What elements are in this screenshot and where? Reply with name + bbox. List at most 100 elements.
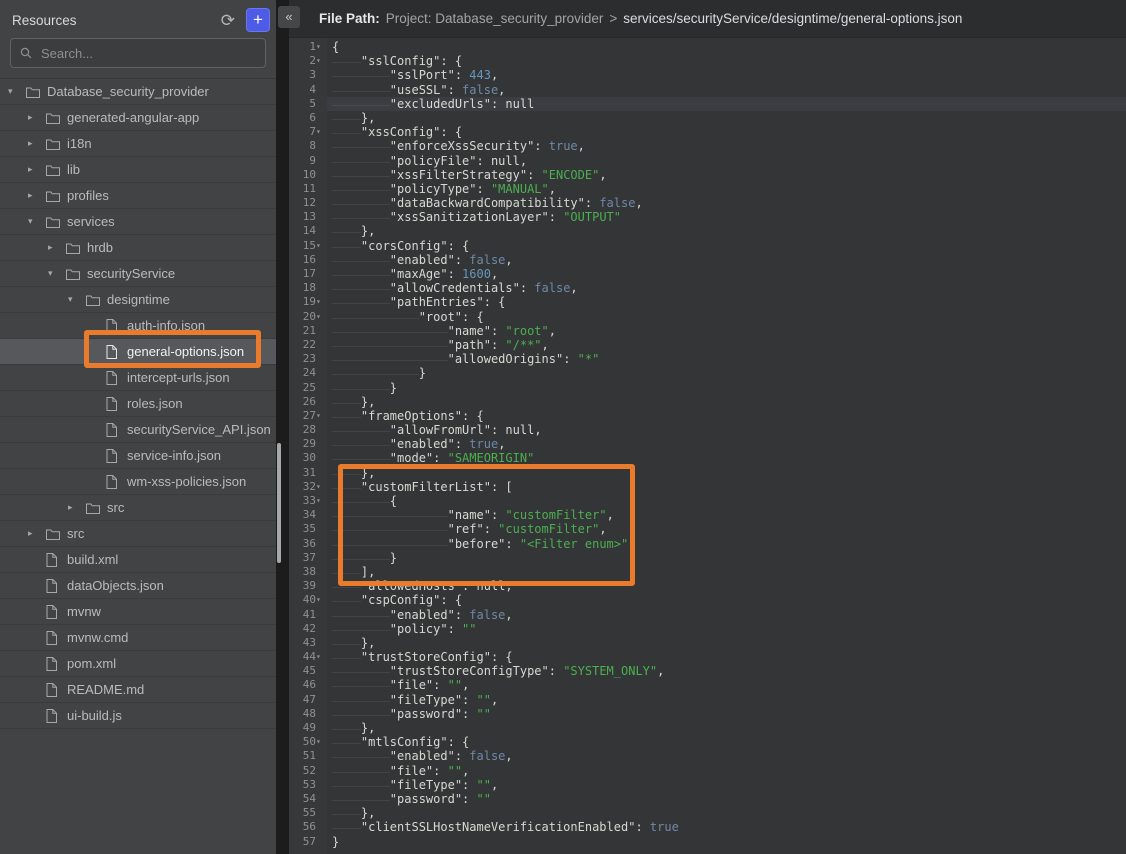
code-line-23[interactable]: 23"allowedOrigins": "*" <box>289 352 1126 366</box>
code-line-5[interactable]: 5"excludedUrls": null <box>289 97 1126 111</box>
chevron-right-icon[interactable]: ▸ <box>28 164 46 175</box>
code-line-35[interactable]: 35"ref": "customFilter", <box>289 522 1126 536</box>
tree-item-src[interactable]: ▸src <box>0 521 276 547</box>
tree-item-securityservice[interactable]: ▾securityService <box>0 261 276 287</box>
code-line-25[interactable]: 25} <box>289 381 1126 395</box>
code-line-10[interactable]: 10"xssFilterStrategy": "ENCODE", <box>289 168 1126 182</box>
code-line-9[interactable]: 9"policyFile": null, <box>289 154 1126 168</box>
code-line-15[interactable]: 15▾"corsConfig": { <box>289 239 1126 253</box>
chevron-down-icon[interactable]: ▾ <box>48 268 66 279</box>
code-line-30[interactable]: 30"mode": "SAMEORIGIN" <box>289 451 1126 465</box>
chevron-right-icon[interactable]: ▸ <box>28 138 46 149</box>
code-line-20[interactable]: 20▾"root": { <box>289 310 1126 324</box>
tree-item-mvnw[interactable]: mvnw <box>0 599 276 625</box>
tree-item-service-info-json[interactable]: service-info.json <box>0 443 276 469</box>
refresh-button[interactable]: ⟳ <box>219 12 237 29</box>
fold-toggle-icon[interactable]: ▾ <box>316 480 327 494</box>
code-line-57[interactable]: 57} <box>289 835 1126 849</box>
code-line-14[interactable]: 14}, <box>289 224 1126 238</box>
code-line-49[interactable]: 49}, <box>289 721 1126 735</box>
code-line-56[interactable]: 56"clientSSLHostNameVerificationEnabled"… <box>289 820 1126 834</box>
sidebar-scrollbar-thumb[interactable] <box>277 443 281 563</box>
code-line-54[interactable]: 54"password": "" <box>289 792 1126 806</box>
code-line-17[interactable]: 17"maxAge": 1600, <box>289 267 1126 281</box>
code-line-18[interactable]: 18"allowCredentials": false, <box>289 281 1126 295</box>
tree-item-generated-angular-app[interactable]: ▸generated-angular-app <box>0 105 276 131</box>
chevron-right-icon[interactable]: ▸ <box>28 112 46 123</box>
tree-item-designtime[interactable]: ▾designtime <box>0 287 276 313</box>
code-line-34[interactable]: 34"name": "customFilter", <box>289 508 1126 522</box>
code-line-38[interactable]: 38], <box>289 565 1126 579</box>
tree-item-wm-xss-policies-json[interactable]: wm-xss-policies.json <box>0 469 276 495</box>
code-line-31[interactable]: 31}, <box>289 466 1126 480</box>
code-line-12[interactable]: 12"dataBackwardCompatibility": false, <box>289 196 1126 210</box>
code-line-32[interactable]: 32▾"customFilterList": [ <box>289 480 1126 494</box>
fold-toggle-icon[interactable]: ▾ <box>316 409 327 423</box>
chevron-right-icon[interactable]: ▸ <box>28 528 46 539</box>
code-line-28[interactable]: 28"allowFromUrl": null, <box>289 423 1126 437</box>
fold-toggle-icon[interactable]: ▾ <box>316 40 327 54</box>
code-line-51[interactable]: 51"enabled": false, <box>289 749 1126 763</box>
code-line-46[interactable]: 46"file": "", <box>289 678 1126 692</box>
chevron-right-icon[interactable]: ▸ <box>48 242 66 253</box>
code-line-6[interactable]: 6}, <box>289 111 1126 125</box>
code-line-36[interactable]: 36"before": "<Filter enum>" <box>289 537 1126 551</box>
code-line-21[interactable]: 21"name": "root", <box>289 324 1126 338</box>
tree-item-securityservice-api-json[interactable]: securityService_API.json <box>0 417 276 443</box>
code-line-1[interactable]: 1▾{ <box>289 40 1126 54</box>
chevron-down-icon[interactable]: ▾ <box>68 294 86 305</box>
fold-toggle-icon[interactable]: ▾ <box>316 593 327 607</box>
code-line-27[interactable]: 27▾"frameOptions": { <box>289 409 1126 423</box>
fold-toggle-icon[interactable]: ▾ <box>316 125 327 139</box>
fold-toggle-icon[interactable]: ▾ <box>316 239 327 253</box>
fold-toggle-icon[interactable]: ▾ <box>316 295 327 309</box>
tree-item-auth-info-json[interactable]: auth-info.json <box>0 313 276 339</box>
add-resource-button[interactable]: + <box>246 8 270 32</box>
code-line-53[interactable]: 53"fileType": "", <box>289 778 1126 792</box>
code-line-7[interactable]: 7▾"xssConfig": { <box>289 125 1126 139</box>
tree-item-general-options-json[interactable]: general-options.json <box>0 339 276 365</box>
code-line-55[interactable]: 55}, <box>289 806 1126 820</box>
tree-item-dataobjects-json[interactable]: dataObjects.json <box>0 573 276 599</box>
chevron-right-icon[interactable]: ▸ <box>28 190 46 201</box>
fold-toggle-icon[interactable]: ▾ <box>316 494 327 508</box>
code-line-2[interactable]: 2▾"sslConfig": { <box>289 54 1126 68</box>
code-line-45[interactable]: 45"trustStoreConfigType": "SYSTEM_ONLY", <box>289 664 1126 678</box>
code-line-8[interactable]: 8"enforceXssSecurity": true, <box>289 139 1126 153</box>
collapse-sidebar-button[interactable]: « <box>278 6 300 28</box>
code-line-11[interactable]: 11"policyType": "MANUAL", <box>289 182 1126 196</box>
code-line-33[interactable]: 33▾{ <box>289 494 1126 508</box>
fold-toggle-icon[interactable]: ▾ <box>316 735 327 749</box>
tree-item-mvnw-cmd[interactable]: mvnw.cmd <box>0 625 276 651</box>
code-line-19[interactable]: 19▾"pathEntries": { <box>289 295 1126 309</box>
fold-toggle-icon[interactable]: ▾ <box>316 54 327 68</box>
tree-item-profiles[interactable]: ▸profiles <box>0 183 276 209</box>
tree-item-ui-build-js[interactable]: ui-build.js <box>0 703 276 729</box>
code-line-3[interactable]: 3"sslPort": 443, <box>289 68 1126 82</box>
code-line-48[interactable]: 48"password": "" <box>289 707 1126 721</box>
code-line-39[interactable]: 39"allowedHosts": null, <box>289 579 1126 593</box>
tree-item-database-security-provider[interactable]: ▾Database_security_provider <box>0 79 276 105</box>
code-line-29[interactable]: 29"enabled": true, <box>289 437 1126 451</box>
tree-item-services[interactable]: ▾services <box>0 209 276 235</box>
tree-item-lib[interactable]: ▸lib <box>0 157 276 183</box>
code-line-22[interactable]: 22"path": "/**", <box>289 338 1126 352</box>
code-line-40[interactable]: 40▾"cspConfig": { <box>289 593 1126 607</box>
code-line-47[interactable]: 47"fileType": "", <box>289 693 1126 707</box>
chevron-down-icon[interactable]: ▾ <box>8 86 26 97</box>
code-line-24[interactable]: 24} <box>289 366 1126 380</box>
code-editor[interactable]: 1▾{2▾"sslConfig": {3"sslPort": 443,4"use… <box>289 38 1126 854</box>
code-line-37[interactable]: 37} <box>289 551 1126 565</box>
search-input[interactable] <box>39 45 256 62</box>
code-line-41[interactable]: 41"enabled": false, <box>289 608 1126 622</box>
fold-toggle-icon[interactable]: ▾ <box>316 650 327 664</box>
code-line-43[interactable]: 43}, <box>289 636 1126 650</box>
code-line-16[interactable]: 16"enabled": false, <box>289 253 1126 267</box>
tree-item-readme-md[interactable]: README.md <box>0 677 276 703</box>
code-line-44[interactable]: 44▾"trustStoreConfig": { <box>289 650 1126 664</box>
tree-item-hrdb[interactable]: ▸hrdb <box>0 235 276 261</box>
chevron-down-icon[interactable]: ▾ <box>28 216 46 227</box>
code-line-50[interactable]: 50▾"mtlsConfig": { <box>289 735 1126 749</box>
tree-item-pom-xml[interactable]: pom.xml <box>0 651 276 677</box>
tree-item-roles-json[interactable]: roles.json <box>0 391 276 417</box>
